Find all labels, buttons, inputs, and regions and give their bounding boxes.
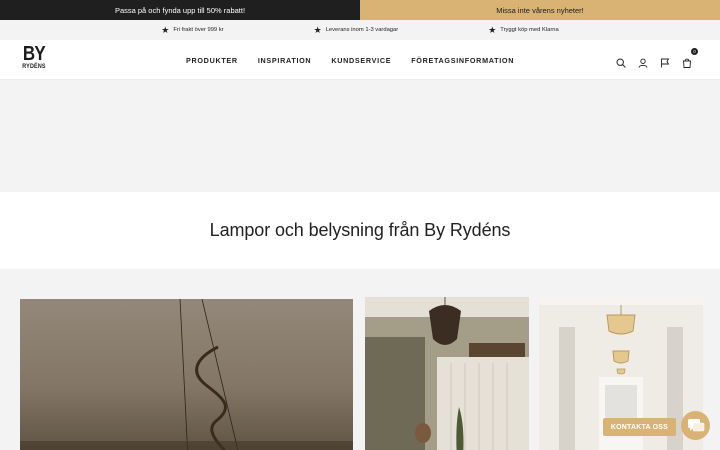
usp-bar: ★ Fri frakt över 999 kr ★ Leverans inom … xyxy=(0,20,720,40)
announcement-news-link[interactable]: Missa inte vårens nyheter! xyxy=(360,0,720,20)
gallery-tile-room[interactable] xyxy=(365,297,529,450)
main-nav: PRODUKTER INSPIRATION KUNDSERVICE FÖRETA… xyxy=(186,40,514,80)
usp-item-klarna: ★ Tryggt köp med Klarna xyxy=(488,24,559,35)
nav-item-inspiration[interactable]: INSPIRATION xyxy=(258,56,312,65)
star-icon: ★ xyxy=(161,24,170,35)
nav-item-kundservice[interactable]: KUNDSERVICE xyxy=(331,56,391,65)
flag-icon[interactable] xyxy=(660,55,670,68)
logo-wordmark: RYDÉNS xyxy=(22,64,46,70)
search-icon[interactable] xyxy=(616,55,626,68)
star-icon: ★ xyxy=(488,24,497,35)
usp-label: Tryggt köp med Klarna xyxy=(500,27,559,33)
gallery-tile-pendant[interactable] xyxy=(20,299,353,450)
site-header: BY RYDÉNS PRODUKTER INSPIRATION KUNDSERV… xyxy=(0,40,720,80)
usp-item-shipping: ★ Fri frakt över 999 kr xyxy=(161,24,224,35)
section-title: Lampor och belysning från By Rydéns xyxy=(209,220,511,240)
header-icons: 0 xyxy=(616,40,698,80)
logo-mark: BY xyxy=(23,43,46,65)
usp-label: Fri frakt över 999 kr xyxy=(173,27,224,33)
chat-icon[interactable] xyxy=(681,411,710,440)
usp-item-delivery: ★ Leverans inom 1-3 vardagar xyxy=(313,24,399,35)
pendant-lamp-image xyxy=(20,299,353,450)
hero-banner xyxy=(0,80,720,192)
usp-label: Leverans inom 1-3 vardagar xyxy=(325,27,399,33)
announcement-sale-link[interactable]: Passa på och fynda upp till 50% rabatt! xyxy=(0,0,360,20)
nav-item-produkter[interactable]: PRODUKTER xyxy=(186,56,238,65)
cart-count-badge: 0 xyxy=(691,48,698,55)
nav-item-foretagsinformation[interactable]: FÖRETAGSINFORMATION xyxy=(411,56,514,65)
contact-us-button[interactable]: KONTAKTA OSS xyxy=(602,418,676,436)
cart-icon[interactable]: 0 xyxy=(682,48,698,68)
account-icon[interactable] xyxy=(638,55,648,68)
room-lamp-image xyxy=(365,297,529,450)
announcement-bar: Passa på och fynda upp till 50% rabatt! … xyxy=(0,0,720,20)
star-icon: ★ xyxy=(313,24,322,35)
brand-logo[interactable]: BY RYDÉNS xyxy=(22,44,46,78)
section-header: Lampor och belysning från By Rydéns xyxy=(0,192,720,269)
